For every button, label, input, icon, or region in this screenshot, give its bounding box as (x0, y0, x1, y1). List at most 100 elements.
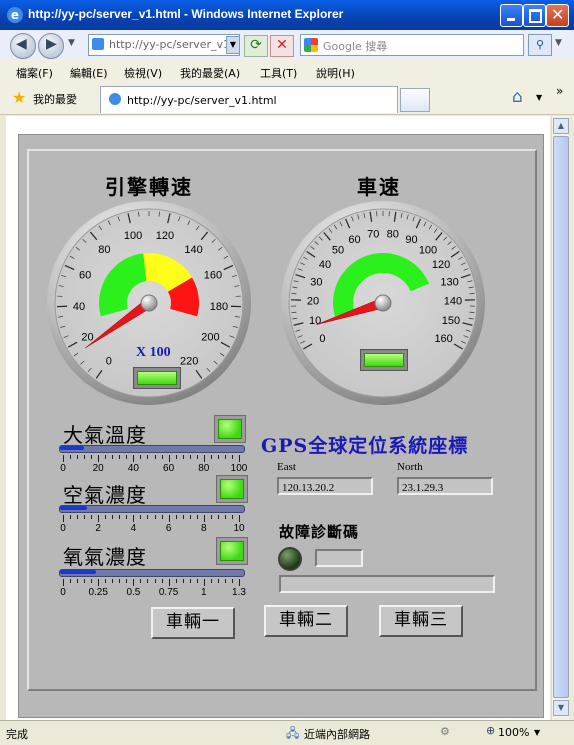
speed-gauge: 0102030405060708090100120130140150160 (281, 201, 485, 405)
tab-title: http://yy-pc/server_v1.html (127, 94, 277, 107)
address-input[interactable]: http://yy-pc/server_v1. (88, 34, 240, 56)
oxygen-concentration-slider[interactable]: 00.250.50.7511.3 (59, 569, 247, 601)
diagnostic-message-field[interactable] (279, 575, 495, 593)
gauge-tick-label: 120 (432, 259, 450, 271)
engine-gauge-title: 引擎轉速 (105, 171, 193, 200)
vertical-scrollbar[interactable]: ▲ ▼ (551, 116, 569, 720)
page-tab[interactable]: http://yy-pc/server_v1.html (100, 86, 398, 113)
slider-tick (140, 515, 141, 519)
slider-tick (232, 515, 233, 519)
gauge-tick-label: 80 (98, 244, 110, 256)
back-button[interactable]: ◀ (10, 33, 36, 59)
slider-tick (126, 455, 127, 459)
close-button[interactable]: ✕ (546, 4, 569, 27)
slider-tick (211, 455, 212, 459)
gauge-hub (141, 295, 157, 311)
tab-page-icon (109, 93, 121, 105)
menu-file[interactable]: 檔案(F) (16, 65, 53, 81)
vehicle-2-button[interactable]: 車輛二 (264, 605, 348, 637)
east-field[interactable]: 120.13.20.2 (277, 477, 373, 495)
protected-mode-icon[interactable]: ⚙ (440, 725, 450, 738)
ie-icon: e (7, 7, 23, 23)
gauge-tick-label: 100 (124, 230, 142, 242)
slider-tick (155, 579, 156, 583)
scroll-down-button[interactable]: ▼ (553, 700, 569, 716)
search-options-icon[interactable]: ▼ (555, 38, 562, 48)
slider-tick (225, 579, 226, 583)
maximize-button[interactable] (523, 4, 546, 27)
slider-tick (112, 515, 113, 519)
gauge-tick-label: 150 (442, 315, 460, 327)
temperature-label: 大氣溫度 (63, 419, 147, 448)
gauge-tick-label: 20 (81, 332, 93, 344)
north-field[interactable]: 23.1.29.3 (397, 477, 493, 495)
slider-track[interactable] (59, 445, 245, 453)
slider-tick (112, 579, 113, 583)
menu-view[interactable]: 檢視(V) (124, 65, 162, 81)
slider-tick (63, 515, 64, 522)
slider-tick (225, 455, 226, 459)
temperature-slider[interactable]: 020406080100 (59, 445, 247, 475)
menu-help[interactable]: 說明(H) (316, 65, 355, 81)
slider-tick (204, 515, 205, 522)
engine-digital-indicator (133, 367, 181, 389)
gauge-tick-label: 90 (405, 234, 417, 246)
address-dropdown[interactable]: ▼ (226, 36, 240, 54)
diagnostic-code-field[interactable] (315, 549, 363, 567)
favorites-button[interactable]: 我的最愛 (33, 91, 77, 107)
slider-tick (84, 455, 85, 459)
slider-tick (162, 579, 163, 583)
slider-tick-label: 20 (88, 463, 108, 474)
menu-favorites[interactable]: 我的最愛(A) (180, 65, 240, 81)
search-input[interactable]: Google 搜尋 (300, 34, 524, 56)
gauge-tick-label: 140 (444, 296, 462, 308)
gps-title: GPS全球定位系統座標 (261, 431, 468, 458)
nav-dropdown-icon[interactable]: ▼ (68, 38, 75, 48)
slider-track[interactable] (59, 505, 245, 513)
gauge-tick-label: 80 (387, 229, 399, 241)
gauge-tick-label: 60 (348, 234, 360, 246)
slider-tick-label: 0.75 (159, 587, 179, 598)
gauge-tick-label: 180 (210, 301, 228, 313)
slider-tick (232, 455, 233, 459)
vehicle-1-button[interactable]: 車輛一 (151, 607, 235, 639)
vehicle-3-button[interactable]: 車輛三 (379, 605, 463, 637)
zoom-icon: ⊕ (486, 724, 495, 737)
gauge-tick-label: 50 (332, 244, 344, 256)
home-icon[interactable]: ⌂ (512, 87, 523, 107)
menu-tools[interactable]: 工具(T) (260, 65, 297, 81)
minimize-button[interactable] (500, 4, 523, 27)
air-concentration-slider[interactable]: 0246810 (59, 505, 247, 535)
slider-tick (119, 515, 120, 519)
stop-button[interactable]: ✕ (270, 35, 294, 57)
menu-edit[interactable]: 編輯(E) (70, 65, 108, 81)
slider-tick (218, 579, 219, 583)
slider-tick-label: 100 (229, 463, 249, 474)
home-dropdown-icon[interactable]: ▼ (536, 93, 542, 102)
gauge-tick-label: 0 (319, 333, 325, 345)
refresh-button[interactable]: ⟳ (244, 35, 268, 57)
gauge-tick-label: 20 (307, 296, 319, 308)
scroll-up-button[interactable]: ▲ (553, 118, 569, 134)
slider-tick (77, 579, 78, 583)
scroll-thumb[interactable] (553, 136, 569, 698)
gauge-tick-label: 40 (73, 301, 85, 313)
new-tab-button[interactable] (400, 88, 430, 112)
speed-digital-indicator (360, 349, 408, 371)
more-tools-icon[interactable]: » (556, 84, 563, 98)
slider-tick (98, 579, 99, 586)
slider-tick-label: 80 (194, 463, 214, 474)
slider-tick (119, 455, 120, 459)
google-icon (304, 38, 318, 52)
slider-fill (60, 570, 96, 574)
forward-button[interactable]: ▶ (38, 33, 64, 59)
gauge-tick-label: 30 (310, 276, 322, 288)
slider-tick (98, 455, 99, 462)
slider-tick-label: 0 (53, 463, 73, 474)
zoom-dropdown-icon[interactable]: ▼ (534, 728, 540, 737)
search-button[interactable]: ⚲ (528, 34, 552, 56)
zoom-level[interactable]: 100% (498, 726, 529, 739)
slider-fill (60, 446, 84, 450)
slider-tick (204, 579, 205, 586)
gauge-tick-label: 40 (319, 259, 331, 271)
